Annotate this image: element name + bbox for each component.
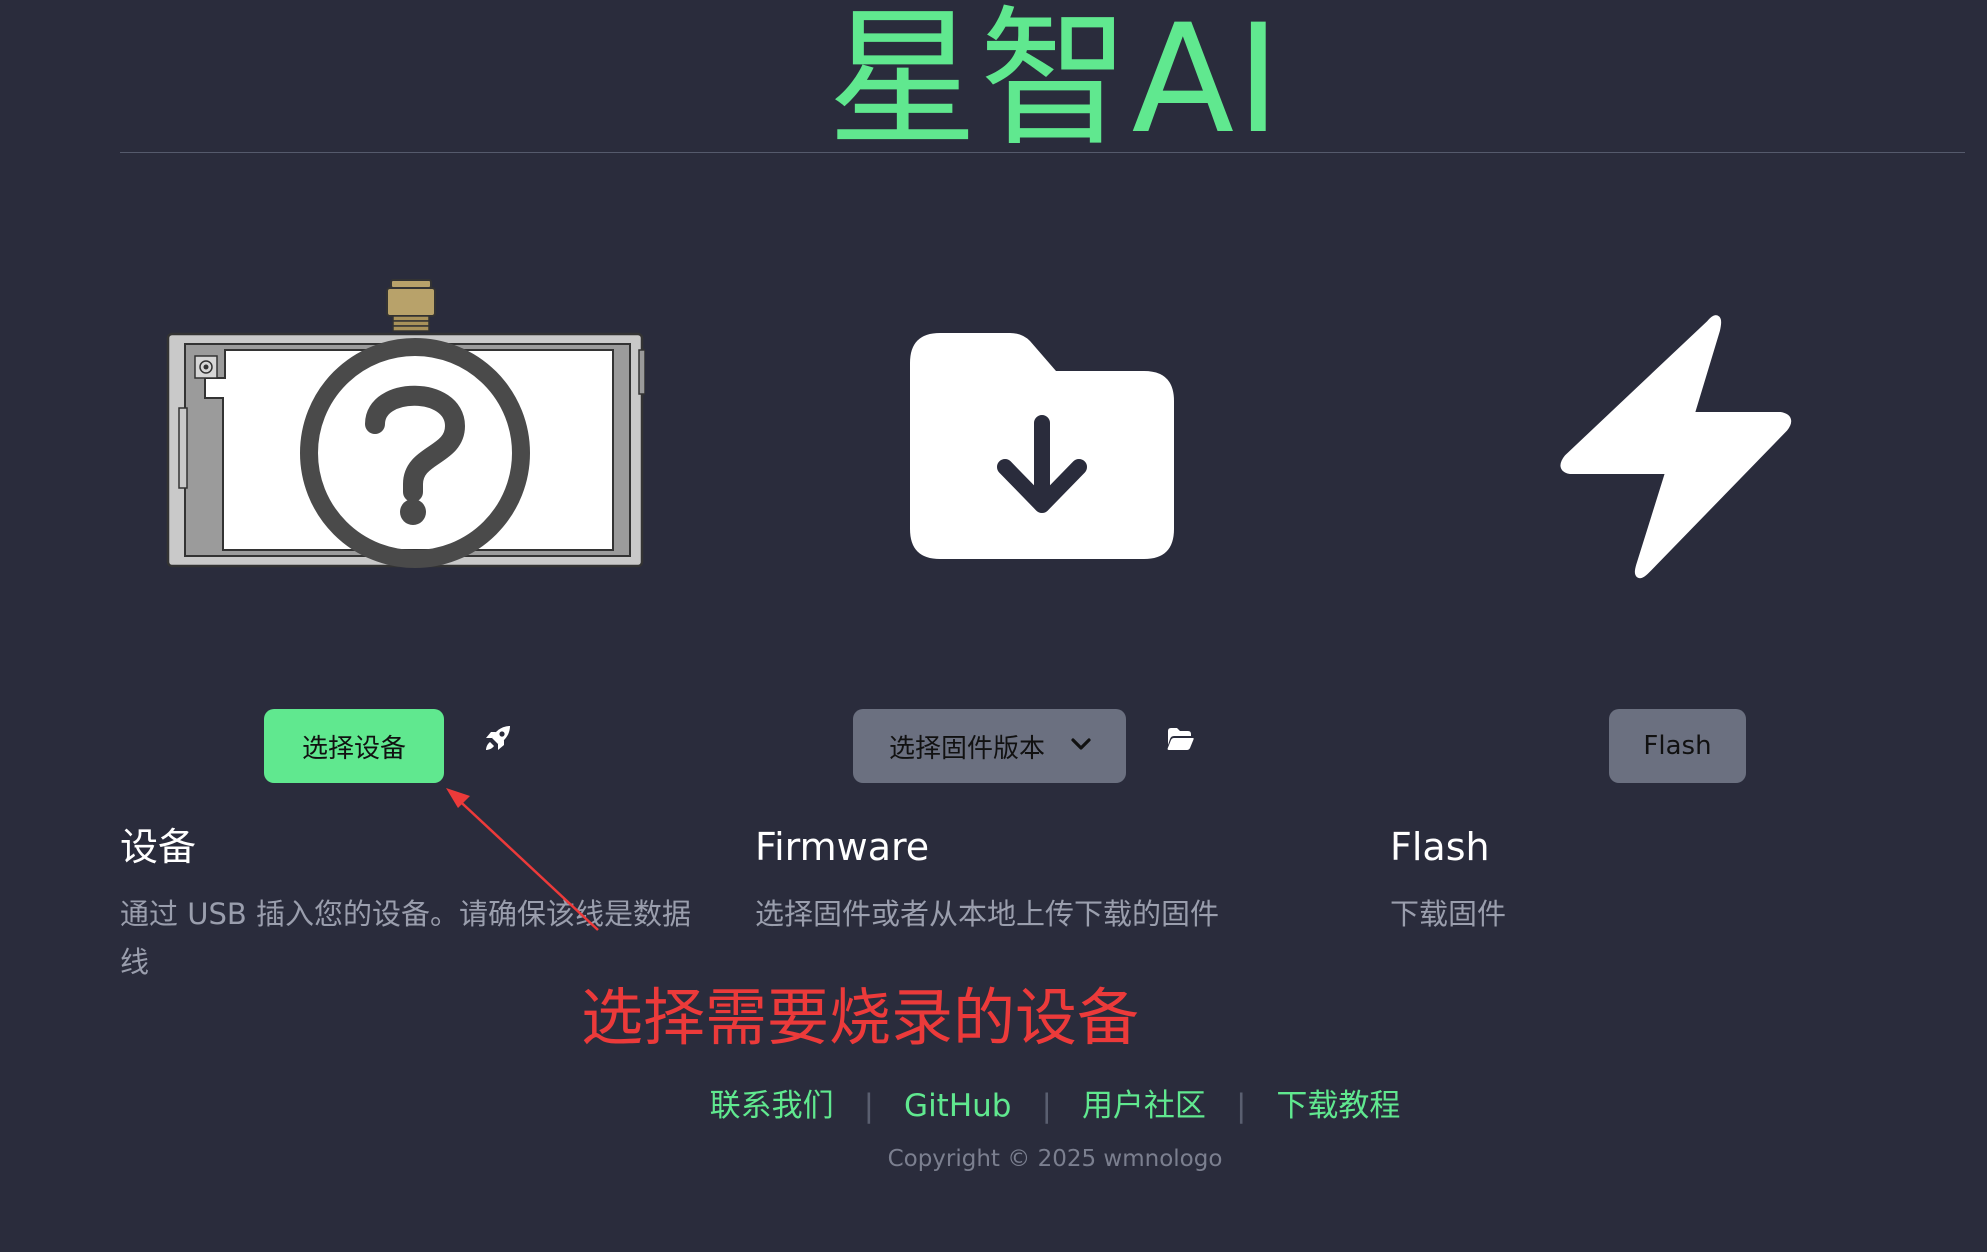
step-firmware-description: 选择固件或者从本地上传下载的固件 — [755, 897, 1220, 931]
annotation-text: 选择需要烧录的设备 — [581, 981, 1140, 1054]
chevron-down-icon — [1071, 738, 1091, 750]
rocket-icon[interactable] — [482, 722, 514, 754]
footer-link-contact[interactable]: 联系我们 — [710, 1086, 834, 1126]
copyright: Copyright © 2025 wmnologo — [887, 1146, 1223, 1172]
step-device-heading: 设备 — [120, 825, 197, 869]
select-device-button[interactable]: 选择设备 — [264, 709, 444, 783]
annotation-arrow — [446, 788, 599, 931]
step-firmware-heading: Firmware — [755, 825, 930, 869]
select-firmware-label: 选择固件版本 — [889, 733, 1046, 764]
step-device-description: 通过 USB 插入您的设备。请确保该线是数据线 — [120, 897, 691, 979]
footer-link-tutorial[interactable]: 下载教程 — [1276, 1086, 1400, 1126]
footer-links: 联系我们 | GitHub | 用户社区 | 下载教程 — [0, 1086, 1987, 1126]
step-flash-heading: Flash — [1390, 825, 1490, 869]
page-title: 星智AI — [827, 0, 1283, 167]
footer-separator: | — [1041, 1088, 1052, 1124]
select-firmware-dropdown[interactable]: 选择固件版本 — [853, 709, 1126, 783]
folder-open-icon[interactable] — [1166, 727, 1194, 751]
folder-download-icon — [910, 333, 1174, 559]
footer-separator: | — [1235, 1088, 1247, 1124]
flash-button[interactable]: Flash — [1609, 709, 1746, 783]
header-divider — [120, 152, 1965, 153]
footer-link-community[interactable]: 用户社区 — [1082, 1086, 1206, 1126]
footer-separator: | — [863, 1088, 875, 1124]
device-question-icon — [166, 279, 645, 568]
footer-link-github[interactable]: GitHub — [904, 1086, 1011, 1126]
step-flash-description: 下载固件 — [1390, 897, 1507, 931]
lightning-icon — [1560, 315, 1792, 579]
